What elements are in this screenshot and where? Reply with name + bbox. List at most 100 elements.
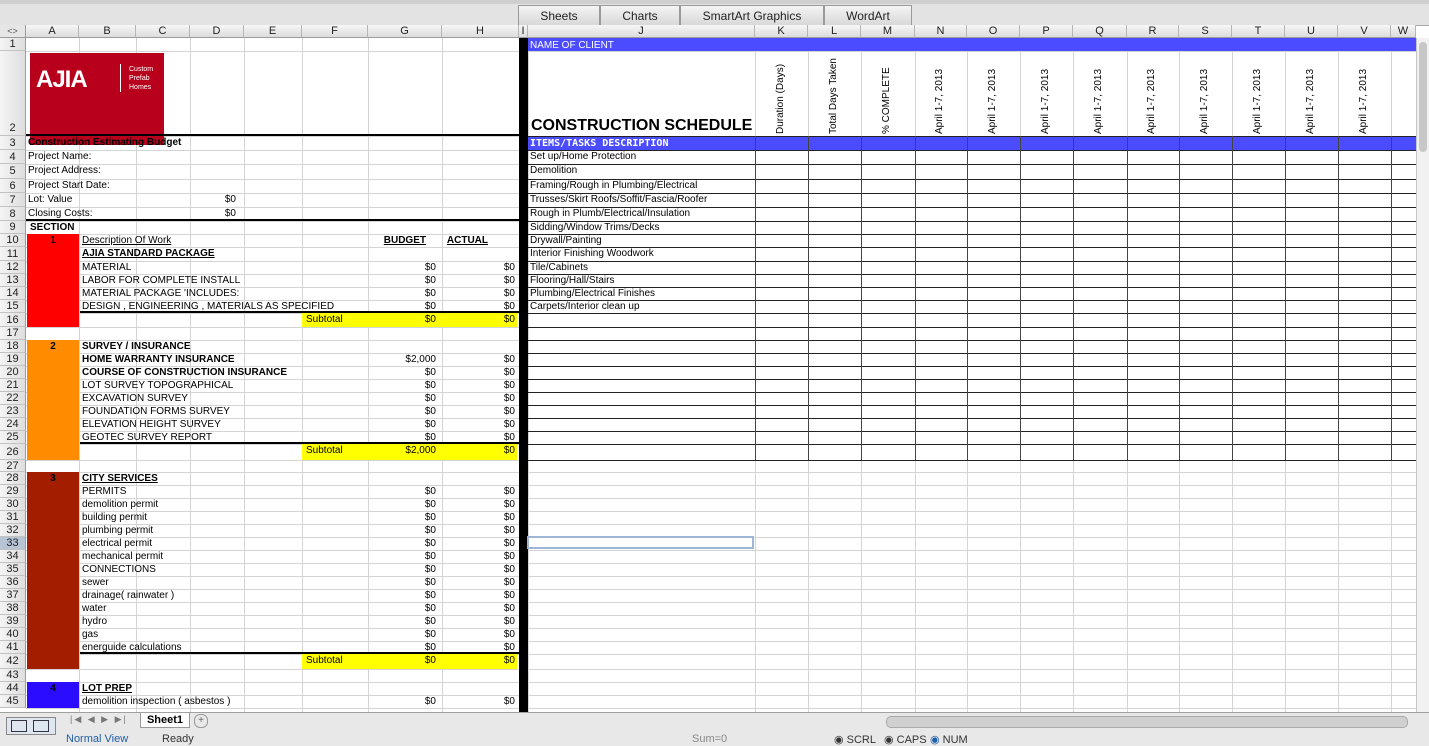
- row-header[interactable]: 42: [0, 654, 26, 669]
- schedule-column-header: % COMPLETE: [881, 67, 892, 134]
- page-layout-icon[interactable]: [33, 720, 49, 732]
- row-header[interactable]: 35: [0, 563, 26, 576]
- row-header[interactable]: 9: [0, 221, 26, 234]
- row-header[interactable]: 21: [0, 379, 26, 392]
- row-header[interactable]: 10: [0, 234, 26, 247]
- row-header[interactable]: 23: [0, 405, 26, 418]
- sheet-tab-sheet1[interactable]: Sheet1: [140, 713, 190, 728]
- column-header-V[interactable]: V: [1338, 25, 1391, 38]
- row-header[interactable]: 18: [0, 340, 26, 353]
- column-header-R[interactable]: R: [1127, 25, 1179, 38]
- line-item-budget: $0: [424, 512, 436, 523]
- vertical-scroll-thumb[interactable]: [1419, 42, 1427, 152]
- row-header[interactable]: 32: [0, 524, 26, 537]
- row-header[interactable]: 24: [0, 418, 26, 431]
- row-header[interactable]: 25: [0, 431, 26, 444]
- line-item-budget: $2,000: [405, 354, 436, 365]
- tab-charts[interactable]: Charts: [600, 5, 680, 25]
- line-item-actual: $0: [503, 616, 515, 627]
- column-header-D[interactable]: D: [190, 25, 244, 38]
- row-header[interactable]: 11: [0, 247, 26, 261]
- row-header[interactable]: 43: [0, 669, 26, 682]
- column-header-G[interactable]: G: [368, 25, 442, 38]
- scrl-label: SCRL: [846, 734, 876, 746]
- scrl-icon: ◉: [834, 734, 847, 746]
- column-header-N[interactable]: N: [915, 25, 967, 38]
- grid-hline: [26, 472, 1416, 473]
- column-header-A[interactable]: A: [26, 25, 79, 38]
- schedule-col-border: [1073, 136, 1074, 460]
- select-all-corner[interactable]: <>: [0, 25, 26, 38]
- client-row-fill: [528, 38, 1416, 51]
- row-header[interactable]: 30: [0, 498, 26, 511]
- column-header-B[interactable]: B: [79, 25, 136, 38]
- tab-sheets[interactable]: Sheets: [518, 5, 600, 25]
- add-sheet-button[interactable]: +: [194, 714, 208, 728]
- row-header[interactable]: 36: [0, 576, 26, 589]
- row-header[interactable]: 40: [0, 628, 26, 641]
- view-toggle[interactable]: [6, 717, 56, 735]
- column-header-I[interactable]: I: [519, 25, 528, 38]
- schedule-task: Sidding/Window Trims/Decks: [530, 222, 660, 233]
- lot-value-amount: $0: [224, 194, 236, 205]
- row-header[interactable]: 34: [0, 550, 26, 563]
- row-header[interactable]: 26: [0, 444, 26, 460]
- column-header-W[interactable]: W: [1391, 25, 1416, 38]
- column-header-O[interactable]: O: [967, 25, 1020, 38]
- column-header-K[interactable]: K: [755, 25, 808, 38]
- row-header[interactable]: 16: [0, 313, 26, 327]
- column-header-H[interactable]: H: [442, 25, 519, 38]
- column-header-Q[interactable]: Q: [1073, 25, 1127, 38]
- column-header-U[interactable]: U: [1285, 25, 1338, 38]
- row-header[interactable]: 44: [0, 682, 26, 695]
- column-header-S[interactable]: S: [1179, 25, 1232, 38]
- row-header[interactable]: 39: [0, 615, 26, 628]
- tab-smartart[interactable]: SmartArt Graphics: [680, 5, 824, 25]
- subtotal-label: Subtotal: [306, 314, 343, 325]
- row-header[interactable]: 37: [0, 589, 26, 602]
- row-header[interactable]: 28: [0, 472, 26, 485]
- column-header-T[interactable]: T: [1232, 25, 1285, 38]
- column-header-L[interactable]: L: [808, 25, 861, 38]
- column-header-E[interactable]: E: [244, 25, 302, 38]
- column-header-P[interactable]: P: [1020, 25, 1073, 38]
- row-header[interactable]: 33: [0, 537, 26, 550]
- column-header-F[interactable]: F: [302, 25, 368, 38]
- row-header[interactable]: 4: [0, 150, 26, 164]
- selected-cell-j33[interactable]: [527, 536, 754, 549]
- row-header[interactable]: 6: [0, 179, 26, 193]
- row-header[interactable]: 20: [0, 366, 26, 379]
- column-header-C[interactable]: C: [136, 25, 190, 38]
- row-header[interactable]: 13: [0, 274, 26, 287]
- row-header[interactable]: 41: [0, 641, 26, 654]
- closing-costs-label: Closing Costs:: [28, 208, 93, 219]
- row-header[interactable]: 17: [0, 327, 26, 340]
- row-header[interactable]: 19: [0, 353, 26, 366]
- row-header[interactable]: 3: [0, 136, 26, 150]
- spreadsheet-grid[interactable]: AJIA Custom Prefab Homes Construction Estima…: [26, 38, 1416, 712]
- column-header-J[interactable]: J: [528, 25, 755, 38]
- grid-hline: [26, 485, 1416, 486]
- horizontal-scrollbar[interactable]: [886, 716, 1408, 728]
- row-header[interactable]: 8: [0, 207, 26, 221]
- row-header[interactable]: 29: [0, 485, 26, 498]
- row-header[interactable]: 15: [0, 300, 26, 313]
- row-header[interactable]: 45: [0, 695, 26, 708]
- row-header[interactable]: 27: [0, 460, 26, 472]
- row-header[interactable]: 31: [0, 511, 26, 524]
- row-header[interactable]: 38: [0, 602, 26, 615]
- row-header[interactable]: 2: [0, 51, 26, 136]
- tab-wordart[interactable]: WordArt: [824, 5, 912, 25]
- row-header[interactable]: 1: [0, 38, 26, 51]
- line-item-label: LOT SURVEY TOPOGRAPHICAL: [82, 380, 234, 391]
- row-header[interactable]: 22: [0, 392, 26, 405]
- row-header[interactable]: 12: [0, 261, 26, 274]
- column-header-M[interactable]: M: [861, 25, 915, 38]
- sheet-nav-arrows[interactable]: |◀ ◀ ▶ ▶|: [70, 714, 128, 725]
- schedule-col-border: [755, 136, 756, 460]
- row-header[interactable]: 7: [0, 193, 26, 207]
- row-header[interactable]: 5: [0, 164, 26, 179]
- normal-view-icon[interactable]: [11, 720, 27, 732]
- schedule-row-border: [528, 444, 1416, 445]
- row-header[interactable]: 14: [0, 287, 26, 300]
